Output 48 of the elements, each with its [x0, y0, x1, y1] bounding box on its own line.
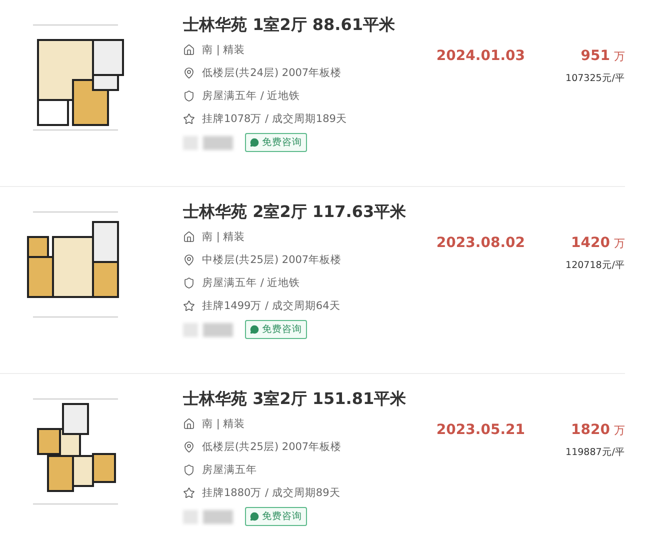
tags-text: 房屋满五年 / 近地铁	[202, 88, 300, 102]
floor-text: 中楼层(共25层) 2007年板楼	[202, 252, 342, 266]
listing-title[interactable]: 士林华苑 1室2厅 88.61平米	[183, 12, 433, 38]
unit-price: 120718元/平	[566, 259, 625, 272]
deal-date: 2023.08.02	[435, 234, 525, 253]
chat-icon	[250, 325, 259, 334]
total-price: 951	[580, 48, 610, 64]
blurred-mark	[183, 136, 233, 150]
floor-text: 低楼层(共24层) 2007年板楼	[202, 66, 342, 80]
listing-text: 挂牌1880万 / 成交周期89天	[202, 486, 340, 500]
star-icon	[183, 300, 195, 312]
listing-text: 挂牌1499万 / 成交周期64天	[202, 298, 340, 312]
house-icon	[183, 230, 195, 242]
star-icon	[183, 486, 195, 498]
shield-icon	[183, 464, 195, 476]
blurred-mark	[183, 322, 233, 336]
blurred-mark	[183, 510, 233, 524]
house-icon	[183, 418, 195, 430]
deal-date: 2024.01.03	[435, 47, 525, 66]
listing-title[interactable]: 士林华苑 2室2厅 117.63平米	[183, 199, 433, 225]
shield-icon	[183, 276, 195, 288]
location-pin-icon	[183, 440, 195, 452]
orientation-text: 南 | 精装	[202, 230, 246, 244]
location-pin-icon	[183, 66, 195, 78]
tags-text: 房屋满五年	[202, 462, 257, 476]
unit-price: 119887元/平	[566, 446, 625, 459]
listing-text: 挂牌1078万 / 成交周期189天	[202, 112, 347, 126]
house-icon	[183, 44, 195, 56]
tags-text: 房屋满五年 / 近地铁	[202, 276, 300, 290]
consult-button[interactable]: 免费咨询	[245, 133, 307, 152]
location-pin-icon	[183, 254, 195, 266]
listing-title[interactable]: 士林华苑 3室2厅 151.81平米	[183, 386, 433, 412]
chat-icon	[250, 512, 259, 521]
price-unit: 万	[614, 236, 625, 251]
total-price: 1420	[571, 235, 610, 251]
chat-icon	[250, 138, 259, 147]
orientation-text: 南 | 精装	[202, 42, 246, 56]
consult-button[interactable]: 免费咨询	[245, 507, 307, 526]
unit-price: 107325元/平	[566, 72, 625, 85]
price-unit: 万	[614, 49, 625, 64]
consult-button[interactable]: 免费咨询	[245, 320, 307, 339]
deal-date: 2023.05.21	[435, 421, 525, 440]
orientation-text: 南 | 精装	[202, 416, 246, 430]
floor-text: 低楼层(共25层) 2007年板楼	[202, 440, 342, 454]
shield-icon	[183, 90, 195, 102]
star-icon	[183, 112, 195, 124]
price-unit: 万	[614, 423, 625, 438]
total-price: 1820	[571, 422, 610, 438]
